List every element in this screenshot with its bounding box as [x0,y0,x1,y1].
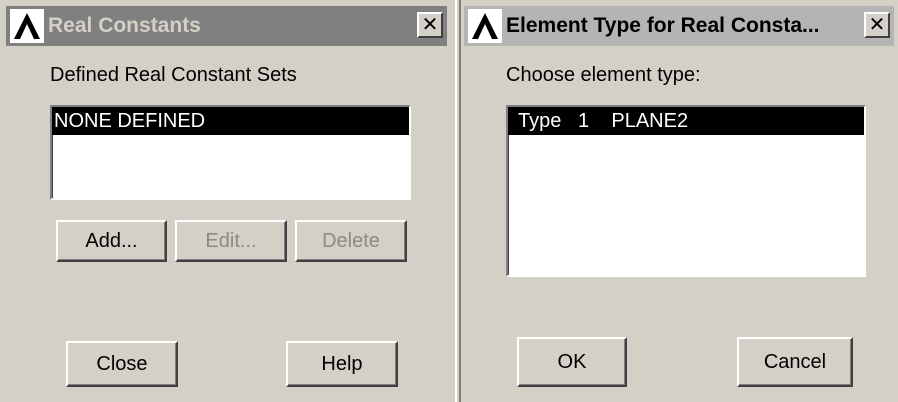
list-item[interactable]: Type 1 PLANE2 [508,107,864,135]
element-type-dialog: Element Type for Real Consta... ✕ Choose… [461,0,898,402]
edit-button[interactable]: Edit... [175,220,287,262]
real-constant-sets-list[interactable]: NONE DEFINED [50,105,411,200]
window-title: Real Constants [48,14,201,37]
help-button[interactable]: Help [286,341,398,387]
cancel-button[interactable]: Cancel [737,337,853,387]
close-icon[interactable]: ✕ [864,12,890,38]
ansys-logo-icon [468,9,502,43]
window-title: Element Type for Real Consta... [506,14,820,37]
title-bar[interactable]: Element Type for Real Consta... ✕ [464,6,894,46]
add-button[interactable]: Add... [56,220,167,262]
ok-button[interactable]: OK [517,337,627,387]
real-constants-dialog: Real Constants ✕ Defined Real Constant S… [0,0,455,402]
defined-sets-label: Defined Real Constant Sets [50,64,297,86]
element-type-list[interactable]: Type 1 PLANE2 [506,105,866,277]
close-button[interactable]: Close [66,341,178,387]
delete-button[interactable]: Delete [295,220,407,262]
list-item[interactable]: NONE DEFINED [52,107,409,135]
title-bar[interactable]: Real Constants ✕ [6,6,447,46]
choose-element-type-label: Choose element type: [506,64,701,86]
ansys-logo-icon [10,9,44,43]
close-icon[interactable]: ✕ [417,12,443,38]
